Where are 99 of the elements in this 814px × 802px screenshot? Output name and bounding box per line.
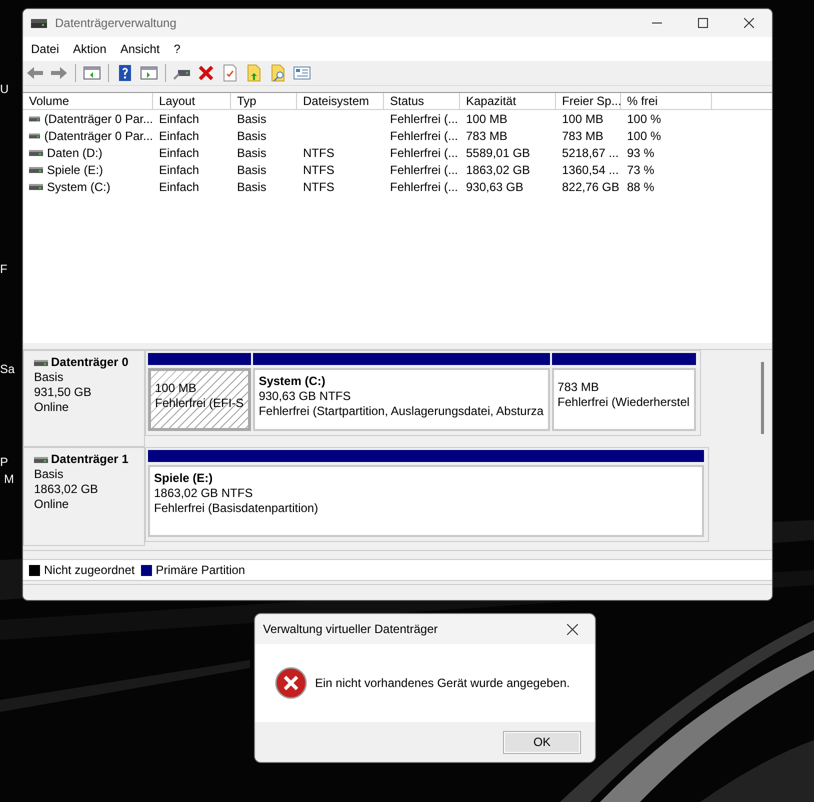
table-cell: Einfach: [159, 146, 200, 160]
drive-icon: [31, 17, 47, 29]
partition-status: Fehlerfrei (Startpartition, Auslagerungsdatei, Absturza: [258, 404, 544, 419]
partition-status: Fehlerfrei (Wiederherstel: [558, 395, 690, 410]
column-header[interactable]: Freier Sp...: [556, 93, 621, 110]
disk-size: 1863,02 GB: [34, 482, 100, 497]
partition-size: 1863,02 GB NTFS: [154, 486, 254, 501]
delete-icon[interactable]: [196, 63, 216, 83]
table-cell: Basis: [237, 180, 266, 194]
table-cell: Spiele (E:): [47, 162, 104, 176]
column-header[interactable]: Dateisystem: [297, 93, 384, 110]
drive-icon: [34, 358, 48, 366]
menu-item[interactable]: Ansicht: [114, 40, 168, 58]
partition-size: 930,63 GB NTFS: [258, 389, 352, 404]
disk-type: Basis: [34, 370, 64, 385]
legend-label: Nicht zugeordnet: [44, 563, 135, 577]
disk-type: Basis: [34, 467, 64, 482]
drive-icon: [29, 182, 43, 190]
menu-item[interactable]: ?: [168, 40, 188, 58]
desktop-icon-label[interactable]: F: [0, 262, 8, 276]
table-cell: 5589,01 GB: [466, 146, 530, 160]
partition-label: System (C:): [258, 374, 326, 389]
column-header[interactable]: % frei: [621, 93, 712, 110]
table-cell: 783 MB: [466, 128, 508, 142]
partition-block[interactable]: 783 MB Fehlerfrei (Wiederherstel: [552, 368, 696, 431]
error-message: Ein nicht vorhandenes Gerät wurde angegeben.: [315, 676, 570, 690]
disk-name: Datenträger 1: [51, 452, 128, 467]
close-icon: [566, 624, 578, 634]
dialog-title: Verwaltung virtueller Datenträger: [263, 622, 439, 636]
partition-status: Fehlerfrei (Basisdatenpartition): [154, 501, 320, 516]
partition-status: Fehlerfrei (EFI-S: [155, 396, 244, 411]
table-cell: Fehlerfrei (...: [390, 180, 458, 194]
drive-icon: [29, 114, 40, 122]
table-cell: 100 %: [627, 128, 662, 142]
table-cell: 100 %: [627, 112, 662, 126]
table-cell: 88 %: [627, 180, 654, 194]
desktop-icon-label[interactable]: Sa: [0, 362, 15, 376]
drive-icon: [29, 148, 43, 156]
table-cell: 5218,67 ...: [562, 146, 619, 160]
desktop-icon-label[interactable]: P: [0, 455, 8, 469]
table-cell: Basis: [237, 128, 266, 142]
table-cell: Basis: [237, 112, 266, 126]
table-cell: 100 MB: [562, 112, 604, 126]
table-cell: Basis: [237, 162, 266, 176]
scroll-thumb[interactable]: [761, 362, 764, 434]
table-cell: System (C:): [47, 180, 110, 194]
table-cell: Basis: [237, 146, 266, 160]
drive-icon: [29, 166, 43, 174]
table-cell: 73 %: [627, 162, 654, 176]
close-icon: [744, 18, 754, 28]
table-cell: 93 %: [627, 146, 654, 160]
table-cell: Fehlerfrei (...: [390, 146, 458, 160]
column-header[interactable]: Volume: [23, 93, 153, 110]
maximize-icon: [698, 18, 708, 28]
drive-icon: [34, 456, 48, 464]
disk-size: 931,50 GB: [34, 385, 92, 400]
table-cell: (Datenträger 0 Par...: [44, 128, 153, 142]
table-cell: 100 MB: [466, 112, 508, 126]
table-cell: NTFS: [303, 180, 334, 194]
ok-button[interactable]: OK: [503, 730, 581, 754]
table-cell: Einfach: [159, 162, 200, 176]
menu-item[interactable]: Datei: [25, 40, 68, 58]
disk-status: Online: [34, 400, 70, 415]
partition-size: 783 MB: [558, 380, 600, 395]
partition-size: 100 MB: [155, 381, 198, 396]
table-cell: Fehlerfrei (...: [390, 162, 458, 176]
table-cell: (Datenträger 0 Par...: [44, 112, 153, 126]
table-cell: Fehlerfrei (...: [390, 112, 458, 126]
column-header[interactable]: Typ: [231, 93, 297, 110]
table-cell: 1360,54 ...: [562, 162, 619, 176]
disk-name: Datenträger 0: [51, 355, 128, 370]
column-header[interactable]: Status: [384, 93, 460, 110]
partition-block[interactable]: 100 MB Fehlerfrei (EFI-S: [148, 368, 251, 431]
partition-label: Spiele (E:): [154, 471, 214, 486]
partition-block[interactable]: System (C:) 930,63 GB NTFS Fehlerfrei (Startpartition, Auslagerungsdatei, Absturza: [252, 368, 550, 431]
desktop-icon-label[interactable]: U: [0, 82, 9, 96]
column-header[interactable]: Layout: [153, 93, 231, 110]
partition-block[interactable]: Spiele (E:) 1863,02 GB NTFS Fehlerfrei (Basisdatenpartition): [148, 465, 704, 537]
table-cell: 822,76 GB: [562, 180, 620, 194]
window-title: Datenträgerverwaltung: [55, 16, 178, 30]
table-cell: Einfach: [159, 112, 200, 126]
table-cell: Einfach: [159, 128, 200, 142]
disk-info-panel[interactable]: Datenträger 1 Basis 1863,02 GB Online: [23, 447, 145, 546]
table-cell: 1863,02 GB: [466, 162, 530, 176]
menu-item[interactable]: Aktion: [67, 40, 114, 58]
table-cell: Fehlerfrei (...: [390, 128, 458, 142]
table-cell: 783 MB: [562, 128, 604, 142]
desktop-icon-label[interactable]: M: [4, 472, 14, 486]
table-cell: NTFS: [303, 146, 334, 160]
table-cell: NTFS: [303, 162, 334, 176]
drive-icon: [29, 132, 40, 140]
legend-label: Primäre Partition: [156, 563, 246, 577]
table-cell: Daten (D:): [47, 146, 102, 160]
disk-status: Online: [34, 497, 70, 512]
table-cell: 930,63 GB: [466, 180, 524, 194]
table-cell: Einfach: [159, 180, 200, 194]
error-icon: [275, 667, 307, 699]
column-header[interactable]: Kapazität: [460, 93, 556, 110]
disk-info-panel[interactable]: Datenträger 0 Basis 931,50 GB Online: [23, 350, 145, 447]
